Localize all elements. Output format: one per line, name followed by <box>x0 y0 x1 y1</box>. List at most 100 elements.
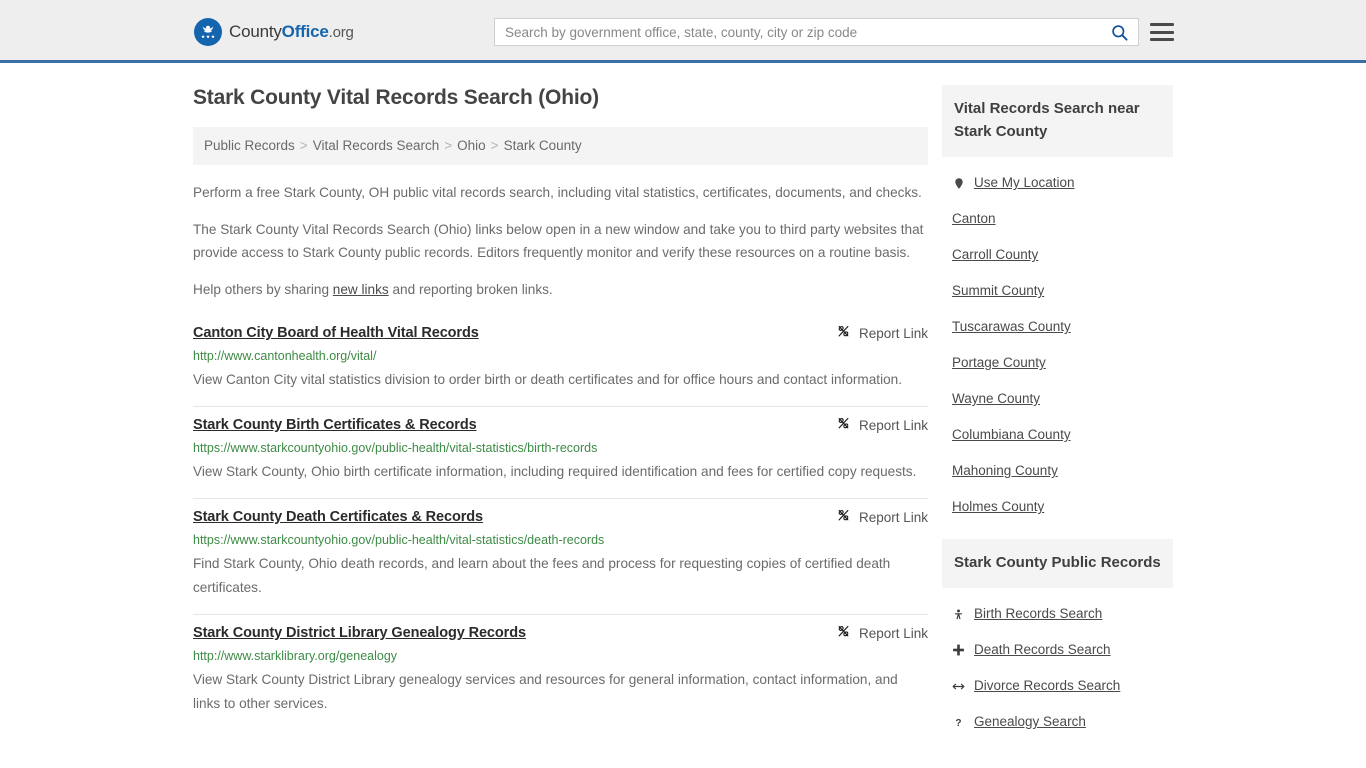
eagle-stars-logo-icon <box>194 18 222 46</box>
result-url-link[interactable]: https://www.starkcountyohio.gov/public-h… <box>193 438 928 459</box>
site-logo-link[interactable]: CountyOffice.org <box>194 18 354 46</box>
sidebar: Vital Records Search near Stark County U… <box>942 85 1173 754</box>
report-link-label: Report Link <box>858 509 928 525</box>
broken-link-icon <box>836 324 851 342</box>
sidebar-nearby-item[interactable]: Portage County <box>942 345 1173 381</box>
sidebar-heading-public-records: Stark County Public Records <box>942 539 1173 588</box>
report-link-label: Report Link <box>858 417 928 433</box>
intro-p3-after: and reporting broken links. <box>388 282 553 297</box>
sidebar-public-records-list: Birth Records Search Death Records Search… <box>942 596 1173 740</box>
report-link-label: Report Link <box>858 625 928 641</box>
brand-text-office: Office <box>281 22 329 41</box>
left-right-arrow-icon <box>952 680 965 693</box>
result-item: Canton City Board of Health Vital Record… <box>193 315 928 407</box>
result-title-link[interactable]: Canton City Board of Health Vital Record… <box>193 323 479 343</box>
breadcrumb-item-ohio[interactable]: Ohio <box>457 138 486 153</box>
sidebar-link-genealogy-search[interactable]: Genealogy Search <box>974 713 1086 731</box>
cross-icon <box>952 643 965 657</box>
report-link-label: Report Link <box>858 325 928 341</box>
sidebar-public-records-item[interactable]: Death Records Search <box>942 632 1173 668</box>
result-url-link[interactable]: http://www.starklibrary.org/genealogy <box>193 646 928 667</box>
baby-icon <box>952 607 965 622</box>
result-header: Stark County District Library Genealogy … <box>193 623 928 643</box>
breadcrumb-separator: > <box>299 138 308 153</box>
result-description: View Stark County District Library genea… <box>193 672 898 711</box>
sidebar-public-records-item[interactable]: Birth Records Search <box>942 596 1173 632</box>
result-title-link[interactable]: Stark County Birth Certificates & Record… <box>193 415 477 435</box>
result-header: Canton City Board of Health Vital Record… <box>193 323 928 343</box>
broken-link-icon <box>836 416 851 434</box>
search-bar[interactable] <box>494 18 1139 46</box>
sidebar-link-portage-county[interactable]: Portage County <box>952 354 1046 372</box>
sidebar-link-wayne-county[interactable]: Wayne County <box>952 390 1040 408</box>
result-title-link[interactable]: Stark County Death Certificates & Record… <box>193 507 483 527</box>
intro-text: Perform a free Stark County, OH public v… <box>193 181 928 301</box>
intro-paragraph-3: Help others by sharing new links and rep… <box>193 278 928 301</box>
sidebar-link-holmes-county[interactable]: Holmes County <box>952 498 1044 516</box>
sidebar-link-death-records-search[interactable]: Death Records Search <box>974 641 1111 659</box>
hamburger-bar <box>1150 30 1174 34</box>
report-link-button[interactable]: Report Link <box>822 624 928 642</box>
report-link-button[interactable]: Report Link <box>822 508 928 526</box>
sidebar-link-canton[interactable]: Canton <box>952 210 996 228</box>
sidebar-link-mahoning-county[interactable]: Mahoning County <box>952 462 1058 480</box>
map-pin-icon <box>952 176 965 191</box>
sidebar-nearby-item[interactable]: Columbiana County <box>942 417 1173 453</box>
sidebar-nearby-item[interactable]: Use My Location <box>942 165 1173 201</box>
result-header: Stark County Death Certificates & Record… <box>193 507 928 527</box>
hamburger-menu-icon[interactable] <box>1150 20 1174 44</box>
question-mark-icon: ? <box>952 715 965 730</box>
breadcrumb-separator: > <box>490 138 499 153</box>
svg-text:?: ? <box>955 718 961 729</box>
result-item: Stark County Birth Certificates & Record… <box>193 407 928 499</box>
sidebar-link-summit-county[interactable]: Summit County <box>952 282 1044 300</box>
intro-paragraph-2: The Stark County Vital Records Search (O… <box>193 222 924 260</box>
site-header: CountyOffice.org <box>0 0 1366 63</box>
hamburger-bar <box>1150 38 1174 41</box>
search-input[interactable] <box>495 19 1100 45</box>
sidebar-public-records-item[interactable]: ? Genealogy Search <box>942 704 1173 740</box>
breadcrumb: Public Records > Vital Records Search > Ohio… <box>193 127 928 165</box>
hamburger-bar <box>1150 23 1174 26</box>
report-link-button[interactable]: Report Link <box>822 324 928 342</box>
sidebar-nearby-item[interactable]: Tuscarawas County <box>942 309 1173 345</box>
result-description: Find Stark County, Ohio death records, a… <box>193 556 891 595</box>
search-button[interactable] <box>1100 19 1138 45</box>
intro-paragraph-1: Perform a free Stark County, OH public v… <box>193 185 922 200</box>
page-title: Stark County Vital Records Search (Ohio) <box>193 86 599 109</box>
breadcrumb-item-vital-records-search[interactable]: Vital Records Search <box>313 138 440 153</box>
result-description: View Canton City vital statistics divisi… <box>193 372 902 387</box>
breadcrumb-item-stark-county[interactable]: Stark County <box>504 138 582 153</box>
sidebar-nearby-item[interactable]: Holmes County <box>942 489 1173 525</box>
sidebar-link-birth-records-search[interactable]: Birth Records Search <box>974 605 1102 623</box>
sidebar-link-columbiana-county[interactable]: Columbiana County <box>952 426 1071 444</box>
sidebar-link-carroll-county[interactable]: Carroll County <box>952 246 1038 264</box>
brand-text-org: .org <box>328 24 354 41</box>
sidebar-link-use-my-location[interactable]: Use My Location <box>974 174 1075 192</box>
sidebar-nearby-list: Use My Location Canton Carroll County Summi… <box>942 165 1173 525</box>
result-url-link[interactable]: https://www.starkcountyohio.gov/public-h… <box>193 530 928 551</box>
broken-link-icon <box>836 508 851 526</box>
sidebar-link-tuscarawas-county[interactable]: Tuscarawas County <box>952 318 1071 336</box>
results-list: Canton City Board of Health Vital Record… <box>193 315 928 730</box>
result-title-link[interactable]: Stark County District Library Genealogy … <box>193 623 526 643</box>
result-description: View Stark County, Ohio birth certificat… <box>193 464 917 479</box>
brand-text-county: County <box>229 22 282 41</box>
sidebar-nearby-item[interactable]: Mahoning County <box>942 453 1173 489</box>
sidebar-nearby-item[interactable]: Carroll County <box>942 237 1173 273</box>
report-link-button[interactable]: Report Link <box>822 416 928 434</box>
breadcrumb-separator: > <box>444 138 453 153</box>
sidebar-nearby-item[interactable]: Wayne County <box>942 381 1173 417</box>
main-content: Stark County Vital Records Search (Ohio)… <box>193 85 928 754</box>
sidebar-nearby-item[interactable]: Canton <box>942 201 1173 237</box>
sidebar-heading-nearby: Vital Records Search near Stark County <box>942 85 1173 157</box>
sidebar-link-divorce-records-search[interactable]: Divorce Records Search <box>974 677 1120 695</box>
broken-link-icon <box>836 624 851 642</box>
sidebar-public-records-item[interactable]: Divorce Records Search <box>942 668 1173 704</box>
breadcrumb-item-public-records[interactable]: Public Records <box>204 138 295 153</box>
new-links-link[interactable]: new links <box>333 282 389 297</box>
result-url-link[interactable]: http://www.cantonhealth.org/vital/ <box>193 346 928 367</box>
brand-wordmark: CountyOffice.org <box>229 22 354 42</box>
page-body: Stark County Vital Records Search (Ohio)… <box>0 63 1366 754</box>
sidebar-nearby-item[interactable]: Summit County <box>942 273 1173 309</box>
